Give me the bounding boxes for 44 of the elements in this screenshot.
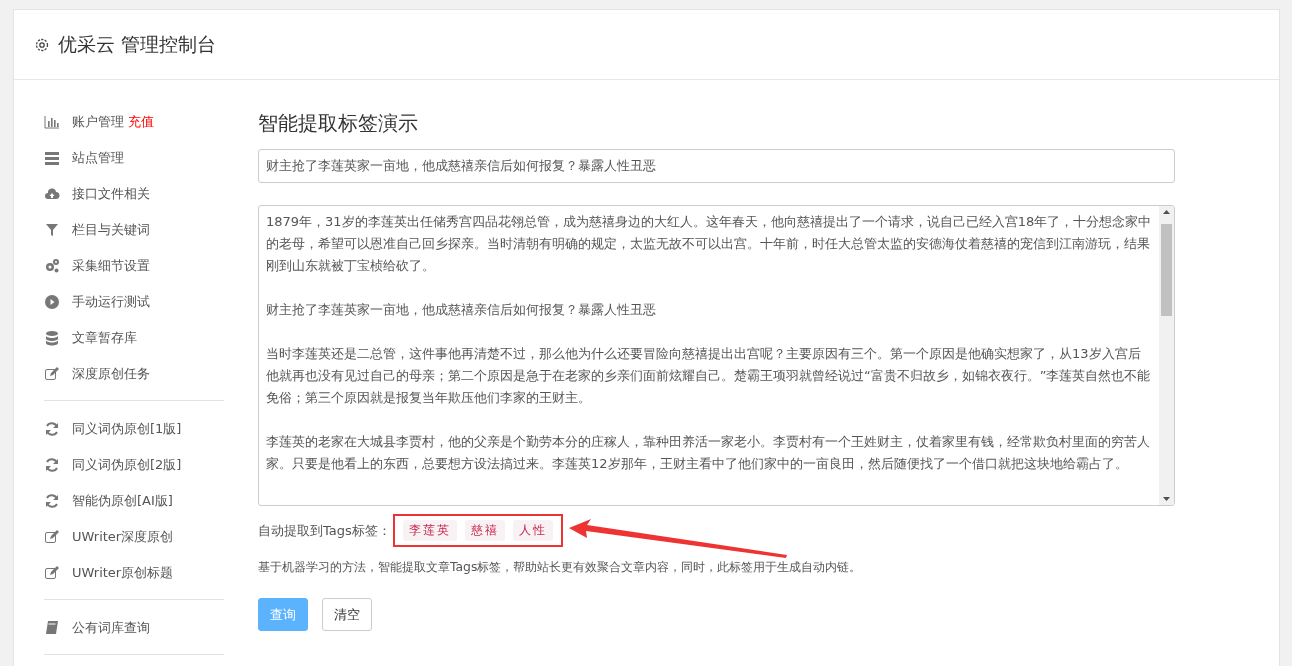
content-paragraph: 李莲英的老家在大城县李贾村，他的父亲是个勤劳本分的庄稼人，靠种田养活一家老小。李贾村有一个王姓财主，仗着家里有钱，经常欺负村里面的穷苦人家。只要是他看上的东西，总要想方设法搞过来。李莲英12岁那年，王财主看中了他们家中的一亩良田，然后随便找了一个借口就把这块地给霸占了。 — [266, 433, 1151, 473]
sidebar-item[interactable]: 采集细节设置 — [72, 257, 150, 275]
settings-icon — [34, 36, 50, 53]
edit-icon — [44, 565, 60, 581]
sidebar-item[interactable]: 同义词伪原创[1版] — [72, 420, 182, 438]
refresh-icon — [44, 457, 60, 473]
recharge-link[interactable]: 充值 — [128, 113, 154, 131]
tag: 人性 — [512, 520, 553, 541]
title-field[interactable]: 财主抢了李莲英家一亩地，他成慈禧亲信后如何报复？暴露人性丑恶 — [258, 149, 1175, 183]
sidebar-item[interactable]: 栏目与关键词 — [72, 221, 150, 239]
gears-icon — [44, 258, 60, 274]
content-field[interactable] — [258, 205, 1175, 506]
description-text: 基于机器学习的方法，智能提取文章Tags标签，帮助站长更有效聚合文章内容，同时，此标签用于生成自动内链。 — [258, 559, 863, 576]
book-icon — [44, 620, 60, 636]
sidebar-item[interactable]: 公有词库查询 — [72, 619, 150, 637]
tag: 慈禧 — [464, 520, 505, 541]
sidebar-item[interactable]: UWriter深度原创 — [72, 528, 174, 546]
play-icon — [44, 294, 60, 310]
bar-chart-icon — [44, 114, 60, 130]
server-icon — [44, 150, 60, 166]
sidebar-item[interactable]: 手动运行测试 — [72, 293, 150, 311]
page-heading: 智能提取标签演示 — [258, 110, 419, 137]
tags-label: 自动提取到Tags标签： — [258, 521, 391, 540]
sidebar-item[interactable]: 站点管理 — [72, 149, 124, 167]
edit-icon — [44, 366, 60, 382]
console-title: 优采云 管理控制台 — [58, 31, 217, 57]
content-paragraph: 财主抢了李莲英家一亩地，他成慈禧亲信后如何报复？暴露人性丑恶 — [266, 301, 657, 319]
clear-button[interactable]: 清空 — [322, 598, 372, 631]
sidebar-item[interactable]: 同义词伪原创[2版] — [72, 456, 182, 474]
sidebar-item[interactable]: 账户管理 — [72, 113, 124, 131]
sidebar-item[interactable]: 智能伪原创[AI版] — [72, 492, 173, 510]
content-paragraph: 当时李莲英还是二总管，这件事他再清楚不过，那么他为什么还要冒险向慈禧提出出宫呢？主要原因有三个。第一个原因是他确实想家了，从13岁入宫后他就再也没有见过自己的母亲；第二个原因是急于在老家的乡亲们面前炫耀自己。楚霸王项羽就曾经说过“富贵不归故乡，如锦衣夜行。”李莲英自然也不能免俗；第三个原因就是报复当年欺压他们李家的王财主。 — [266, 345, 1152, 407]
tag: 李莲英 — [402, 520, 457, 541]
sidebar-item[interactable]: 文章暂存库 — [72, 329, 137, 347]
content-paragraph: 1879年，31岁的李莲英出任储秀宫四品花翎总管，成为慈禧身边的大红人。这年春天，他向慈禧提出了一个请求，说自己已经入宫18年了，十分想念家中的老母，希望可以恩准自己回乡探亲。当时清朝有明确的规定，太监无故不可以出宫。十年前，时任大总管太监的安德海仗着慈禧的宠信到江南游玩，结果刚到山东就被丁宝桢给砍了。 — [266, 213, 1152, 275]
sidebar-item[interactable]: 深度原创任务 — [72, 365, 150, 383]
sidebar-item[interactable]: UWriter原创标题 — [72, 564, 174, 582]
sidebar-item[interactable]: 接口文件相关 — [72, 185, 150, 203]
refresh-icon — [44, 421, 60, 437]
refresh-icon — [44, 493, 60, 509]
cloud-upload-icon — [44, 186, 60, 202]
filter-icon — [44, 222, 60, 238]
edit-icon — [44, 529, 60, 545]
database-icon — [44, 330, 60, 346]
